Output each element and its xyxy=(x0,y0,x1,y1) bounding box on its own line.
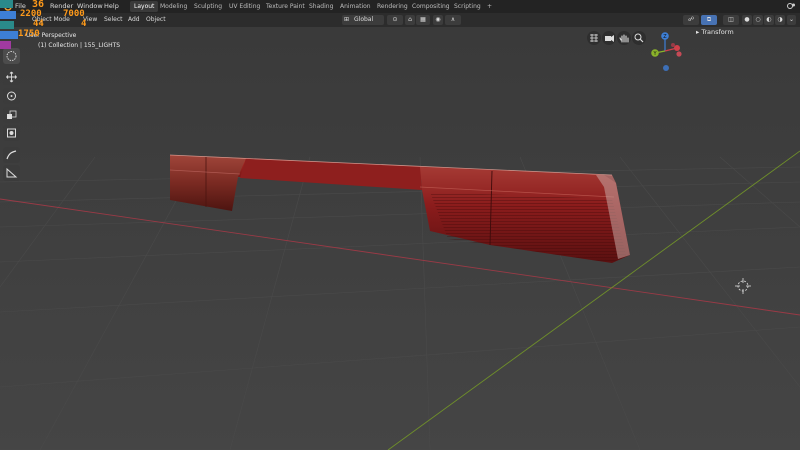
3d-viewport[interactable]: User Perspective (1) Collection | 155_LI… xyxy=(0,27,800,450)
xray-toggle[interactable]: ◫ xyxy=(723,15,739,25)
rotate-icon xyxy=(7,91,16,101)
camera-view-button[interactable] xyxy=(602,31,616,45)
shading-options-dropdown[interactable]: ⌄ xyxy=(787,15,796,25)
overlay-box-1 xyxy=(0,0,13,8)
add-workspace-button[interactable]: + xyxy=(483,1,496,12)
tab-compositing[interactable]: Compositing xyxy=(408,1,454,12)
pan-view-button[interactable] xyxy=(617,31,631,45)
overlay-box-2 xyxy=(0,11,16,19)
annotate-tool[interactable] xyxy=(3,147,20,163)
viewport-scene xyxy=(0,27,800,450)
magnifier-icon xyxy=(634,33,644,43)
tab-uv-editing[interactable]: UV Editing xyxy=(225,1,264,12)
stat-row3-left: 44 xyxy=(33,19,44,29)
camera-icon xyxy=(605,35,614,42)
menu-help[interactable]: Help xyxy=(104,2,119,10)
performance-overlay: 36 2200 7000 44 4 1750 xyxy=(0,0,86,55)
transform-orientation-dropdown[interactable]: ⊞ Global xyxy=(342,15,384,25)
overlay-box-5 xyxy=(0,41,11,49)
viewport-header: Object Mode View Select Add Object ⊞ Glo… xyxy=(0,13,800,27)
menu-add[interactable]: Add xyxy=(128,16,140,23)
transform-panel-header[interactable]: ▸ Transform xyxy=(696,28,734,36)
gizmo-toggle[interactable]: ☍ xyxy=(683,15,699,25)
top-menu-bar: File Render Window Help Layout Modeling … xyxy=(0,0,800,13)
shading-material-button[interactable]: ◐ xyxy=(764,15,774,25)
shading-rendered-button[interactable]: ◑ xyxy=(775,15,785,25)
scene-selector-icon[interactable] xyxy=(786,1,796,13)
pivot-point-dropdown[interactable]: ⊙ xyxy=(387,15,403,25)
collection-label: (1) Collection | 155_LIGHTS xyxy=(38,42,121,49)
rotate-tool[interactable] xyxy=(3,88,20,104)
move-arrows-icon xyxy=(6,71,17,83)
tab-layout[interactable]: Layout xyxy=(130,1,159,12)
gizmo-z-label: Z xyxy=(663,34,667,40)
shading-wireframe-button[interactable]: ○ xyxy=(753,15,763,25)
overlay-box-3 xyxy=(0,21,14,29)
proportional-editing-toggle[interactable]: ◉ xyxy=(433,15,443,25)
menu-select[interactable]: Select xyxy=(104,16,123,23)
orientation-label: Global xyxy=(354,16,374,23)
camera-perspective-button[interactable] xyxy=(587,31,601,45)
snap-toggle[interactable]: ⌂ xyxy=(405,15,415,25)
tab-modeling[interactable]: Modeling xyxy=(156,1,191,12)
stat-bottom: 1750 xyxy=(18,29,40,39)
grid-view-icon xyxy=(590,34,598,42)
hand-icon xyxy=(619,34,629,43)
stat-mid-right: 7000 xyxy=(63,9,85,19)
transform-label: Transform xyxy=(701,28,734,36)
measure-tool[interactable] xyxy=(3,165,20,181)
overlays-toggle[interactable]: ⧉ xyxy=(701,15,717,25)
navigation-gizmo[interactable]: Z Y xyxy=(645,29,685,79)
overlay-box-4 xyxy=(0,31,18,39)
scale-icon xyxy=(7,110,17,119)
tab-animation[interactable]: Animation xyxy=(336,1,375,12)
menu-object[interactable]: Object xyxy=(146,16,166,23)
pencil-icon xyxy=(6,150,17,160)
ruler-icon xyxy=(6,167,18,178)
scale-tool[interactable] xyxy=(3,107,20,123)
move-tool[interactable] xyxy=(3,69,20,85)
tab-texture-paint[interactable]: Texture Paint xyxy=(262,1,309,12)
tab-scripting[interactable]: Scripting xyxy=(450,1,485,12)
tab-sculpting[interactable]: Sculpting xyxy=(190,1,226,12)
stat-mid-left: 2200 xyxy=(20,9,42,19)
zoom-view-button[interactable] xyxy=(632,31,646,45)
transform-icon xyxy=(7,128,16,138)
stat-row3-right: 4 xyxy=(81,19,87,29)
transform-tool[interactable] xyxy=(3,125,20,141)
tab-rendering[interactable]: Rendering xyxy=(373,1,412,12)
falloff-dropdown[interactable]: ∧ xyxy=(445,15,461,25)
orientation-icon: ⊞ xyxy=(344,16,350,23)
snap-target-dropdown[interactable]: ▦ xyxy=(416,15,430,25)
tab-shading[interactable]: Shading xyxy=(305,1,337,12)
shading-solid-button[interactable]: ● xyxy=(742,15,752,25)
